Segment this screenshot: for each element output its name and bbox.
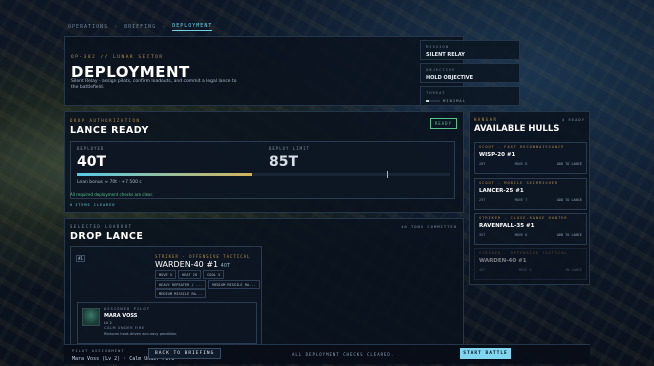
drop-authorization-label: DROP AUTHORIZATION: [70, 118, 141, 123]
pilot-avatar: [82, 308, 100, 326]
mission-box: MISSION SILENT RELAY: [420, 40, 520, 60]
lean-bonus: Lean bonus ≈ 70t · +7 500 c: [77, 180, 142, 185]
weapon-chip: MEDIUM MISSILE RA...: [155, 289, 207, 298]
objective-box: OBJECTIVE HOLD OBJECTIVE: [420, 63, 520, 83]
objective-value: HOLD OBJECTIVE: [426, 75, 474, 81]
unit-name-text: WARDEN-40 #1: [155, 260, 219, 269]
pilot-trait: CALM UNDER FIRE: [104, 326, 145, 330]
header-panel: OP-382 // LUNAR SECTOR DEPLOYMENT Silent…: [64, 36, 520, 106]
hull-name: LANCER-25 #1: [479, 188, 524, 194]
hull-move: MOVE 7: [514, 198, 528, 202]
hangar-label: HANGAR: [474, 117, 498, 122]
hull-role: SCOUT - MOBILE SKIRMISHER: [479, 181, 559, 185]
ready-badge: READY: [429, 118, 457, 129]
pilot-level: LV 2: [104, 320, 112, 325]
hangar-ready-count: 4 READY: [561, 117, 585, 122]
items-cleared-label: ITEMS CLEARED: [75, 203, 116, 207]
hull-name: WARDEN-40 #1: [479, 258, 527, 264]
lance-slot-card[interactable]: #1 STRIKER - OFFENSIVE TACTICAL WARDEN-4…: [70, 246, 262, 345]
hull-tonnage: 20T: [479, 162, 486, 166]
mission-value: SILENT RELAY: [426, 52, 465, 58]
objective-key: OBJECTIVE: [426, 67, 456, 72]
add-to-lance-button[interactable]: ADD TO LANCE: [557, 233, 582, 237]
hull-move: MOVE 8: [514, 162, 528, 166]
limit-marker: [386, 171, 388, 178]
hangar-panel: HANGAR 4 READY AVAILABLE HULLS SCOUT - F…: [469, 111, 590, 285]
weapon-chip: MEDIUM MISSILE RA...: [208, 280, 260, 289]
breadcrumb-separator: ›: [162, 24, 167, 30]
unit-stats: MOVE 5 HEAT 20 COOL 5: [155, 270, 225, 279]
breadcrumb-briefing[interactable]: BRIEFING: [124, 24, 156, 30]
hull-role: STRIKER - CLOSE-RANGE HUNTER: [479, 216, 568, 220]
threat-value: MINIMAL: [443, 98, 467, 103]
slot-number: #1: [76, 255, 85, 262]
tonnage-progress-bar: [77, 171, 450, 178]
hull-tonnage: 40T: [479, 268, 486, 272]
items-count: 0: [70, 203, 74, 207]
back-to-briefing-button[interactable]: BACK TO BRIEFING: [148, 348, 222, 359]
stat-heat: HEAT 20: [177, 270, 202, 279]
deploy-limit-value: 85T: [269, 154, 299, 170]
assigned-pilot-card[interactable]: ASSIGNED PILOT MARA VOSS LV 2 CALM UNDER…: [77, 302, 257, 344]
threat-meter: [426, 99, 440, 102]
tons-committed: 40 TONS COMMITTED: [401, 224, 457, 229]
hull-tonnage: 25T: [479, 198, 486, 202]
hull-name: RAVENFALL-35 #1: [479, 223, 535, 229]
drop-authorization-panel: DROP AUTHORIZATION LANCE READY READY DEP…: [64, 111, 464, 213]
hull-card[interactable]: SCOUT - FAST RECONNAISSANCE WISP-20 #1 2…: [474, 142, 587, 174]
stat-move: MOVE 5: [155, 270, 176, 279]
hangar-title: AVAILABLE HULLS: [474, 124, 560, 134]
hull-name: WISP-20 #1: [479, 152, 516, 158]
weapon-row: HEAVY REPEATER / ... MEDIUM MISSILE RA..…: [155, 280, 260, 289]
breadcrumb-separator: ›: [114, 24, 119, 30]
lance-status-title: LANCE READY: [70, 125, 149, 136]
unit-role: STRIKER - OFFENSIVE TACTICAL: [155, 254, 251, 259]
hull-card-in-lance: STRIKER - OFFENSIVE TACTICAL WARDEN-40 #…: [474, 248, 587, 280]
stat-cool: COOL 5: [203, 270, 225, 279]
deployed-key: DEPLOYED: [77, 146, 105, 151]
weapon-chip: HEAVY REPEATER / ...: [155, 280, 207, 289]
add-to-lance-button[interactable]: ADD TO LANCE: [557, 198, 582, 202]
breadcrumb-operations[interactable]: OPERATIONS: [68, 24, 108, 30]
weapon-row: MEDIUM MISSILE RA...: [155, 289, 207, 298]
selected-loadout-label: SELECTED LOADOUT: [70, 224, 133, 229]
items-cleared[interactable]: 0 ITEMS CLEARED: [70, 203, 116, 207]
drop-lance-title: DROP LANCE: [70, 231, 144, 242]
pilot-assignment-key: PILOT ASSIGNMENT: [72, 348, 125, 353]
threat-box: THREAT MINIMAL: [420, 86, 520, 106]
hull-role: SCOUT - FAST RECONNAISSANCE: [479, 145, 565, 149]
operation-label: OP-382 // LUNAR SECTOR: [71, 55, 164, 60]
deployed-value: 40T: [77, 154, 107, 170]
unit-name: WARDEN-40 #1 40T: [155, 260, 230, 269]
mission-info: MISSION SILENT RELAY OBJECTIVE HOLD OBJE…: [420, 40, 520, 109]
checks-status: All required deployment checks are clear…: [70, 192, 154, 197]
tonnage-box: DEPLOYED 40T DEPLOY LIMIT 85T Lean bonus…: [70, 141, 455, 199]
page-description: Silent Relay - assign pilots, confirm lo…: [71, 79, 237, 90]
breadcrumb: OPERATIONS › BRIEFING › DEPLOYMENT: [68, 23, 213, 31]
in-lance-status: IN LANCE: [565, 268, 582, 272]
hull-card[interactable]: SCOUT - MOBILE SKIRMISHER LANCER-25 #1 2…: [474, 178, 587, 210]
add-to-lance-button[interactable]: ADD TO LANCE: [557, 162, 582, 166]
hull-card[interactable]: STRIKER - CLOSE-RANGE HUNTER RAVENFALL-3…: [474, 213, 587, 245]
threat-key: THREAT: [426, 90, 446, 95]
breadcrumb-deployment: DEPLOYMENT: [172, 23, 213, 31]
hull-role: STRIKER - OFFENSIVE TACTICAL: [479, 251, 568, 255]
pilot-trait-description: Reduces heat-driven accuracy penalties.: [104, 332, 178, 336]
unit-tonnage: 40T: [220, 263, 231, 269]
assigned-pilot-key: ASSIGNED PILOT: [104, 306, 151, 311]
footer-action-bar: PILOT ASSIGNMENT Mara Voss (Lv 2) · Calm…: [64, 344, 590, 364]
pilot-name: MARA VOSS: [104, 313, 138, 319]
hull-move: MOVE 6: [514, 233, 528, 237]
deploy-limit-key: DEPLOY LIMIT: [269, 146, 310, 151]
tonnage-progress-fill: [77, 173, 253, 176]
deployment-status: ALL DEPLOYMENT CHECKS CLEARED.: [292, 352, 395, 357]
drop-lance-panel: SELECTED LOADOUT DROP LANCE 40 TONS COMM…: [64, 218, 464, 346]
start-battle-button[interactable]: START BATTLE: [460, 348, 511, 359]
hull-tonnage: 35T: [479, 233, 486, 237]
mission-key: MISSION: [426, 44, 450, 49]
hull-move: MOVE 5: [518, 268, 532, 272]
